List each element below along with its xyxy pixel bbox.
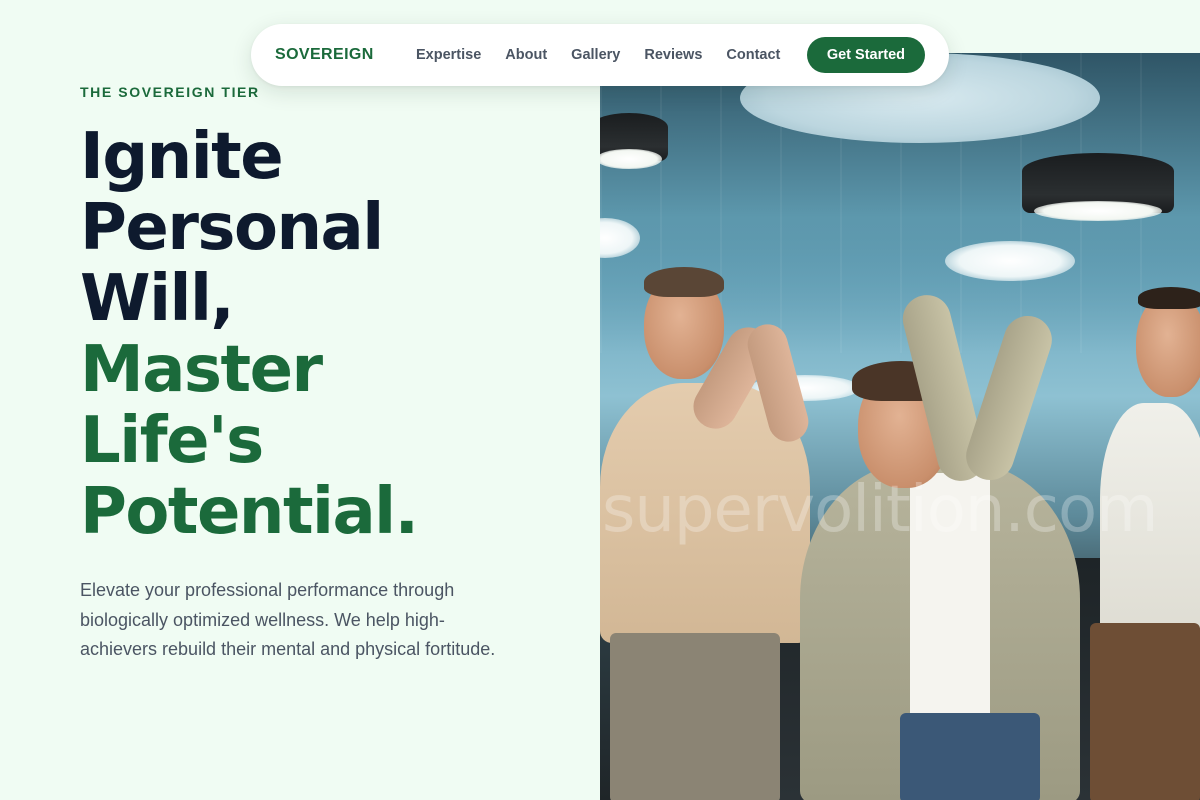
eyebrow-label: THE SOVEREIGN TIER <box>80 84 260 100</box>
nav-link-about[interactable]: About <box>505 47 547 63</box>
headline-line-accent: Potential. <box>80 475 419 549</box>
pendant-lamp <box>600 113 668 169</box>
nav-link-contact[interactable]: Contact <box>726 47 780 63</box>
nav-link-reviews[interactable]: Reviews <box>644 47 702 63</box>
pendant-lamp <box>1022 153 1174 221</box>
top-nav: SOVEREIGN Expertise About Gallery Review… <box>251 24 949 86</box>
nav-links: Expertise About Gallery Reviews Contact <box>416 47 780 63</box>
headline-line: Personal <box>80 191 384 265</box>
hero-description: Elevate your professional performance th… <box>80 580 496 659</box>
headline-line-accent: Master <box>80 333 323 407</box>
nav-link-expertise[interactable]: Expertise <box>416 47 481 63</box>
brand-logo[interactable]: SOVEREIGN <box>275 46 416 64</box>
headline-line-accent: Life's <box>80 404 264 478</box>
hero-photo: supervolition.com <box>600 53 1200 800</box>
image-watermark: supervolition.com <box>602 473 1158 547</box>
headline-line: Ignite <box>80 120 284 194</box>
nav-link-gallery[interactable]: Gallery <box>571 47 620 63</box>
hero-headline: Ignite Personal Will, Master Life's Pote… <box>80 120 419 549</box>
headline-line: Will, <box>80 262 235 336</box>
get-started-button[interactable]: Get Started <box>806 37 925 73</box>
